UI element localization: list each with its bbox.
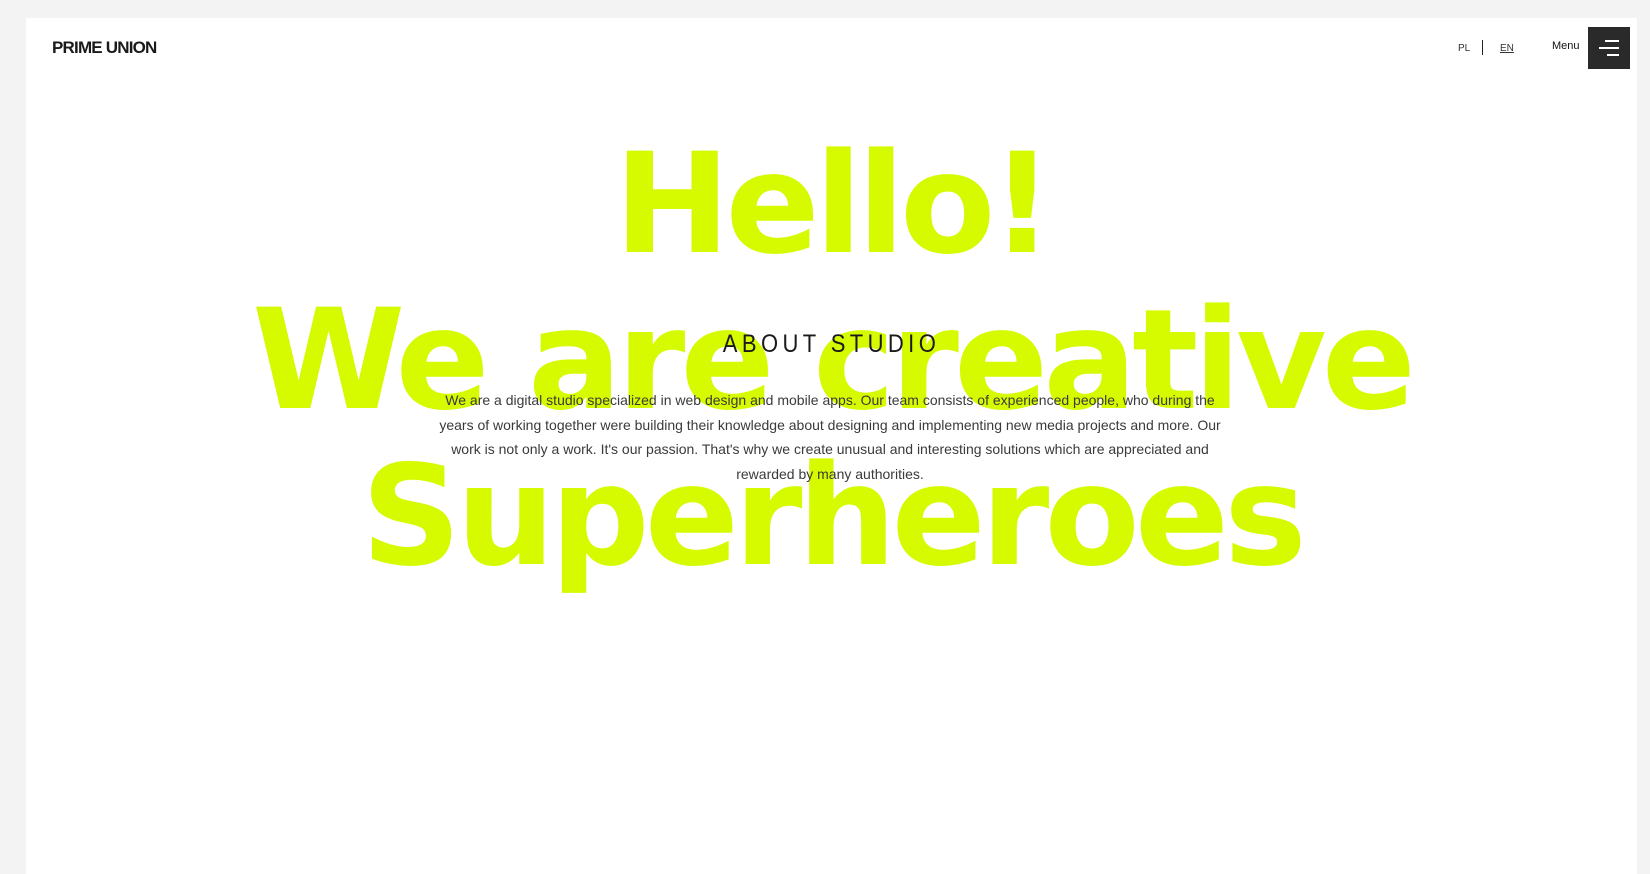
hero-line-1: Hello! — [614, 123, 1054, 285]
language-en-link[interactable]: EN — [1500, 43, 1514, 54]
logo[interactable]: PRIME UNION — [52, 38, 157, 58]
language-divider — [1482, 40, 1483, 55]
menu-label[interactable]: Menu — [1552, 40, 1580, 52]
hero-headline: Hello! We are creative Superheroes — [26, 126, 1637, 594]
language-pl-link[interactable]: PL — [1458, 43, 1470, 54]
page: PRIME UNION PL EN Menu Hello! We are cre… — [26, 18, 1637, 874]
hamburger-menu-icon — [1599, 40, 1619, 56]
about-studio-title: ABOUT STUDIO — [722, 330, 941, 358]
about-studio-text: We are a digital studio specialized in w… — [439, 392, 1221, 482]
menu-button[interactable] — [1588, 27, 1630, 69]
